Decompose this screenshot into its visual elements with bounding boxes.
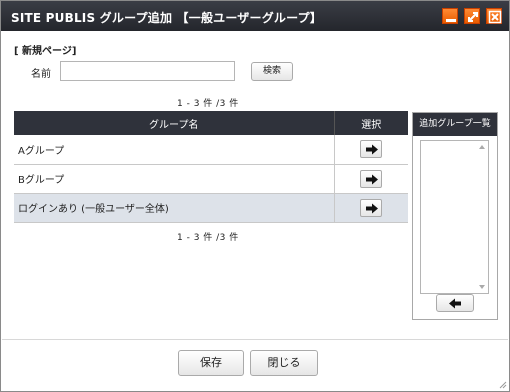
dialog-window: SITE PUBLIS グループ追加 【一般ユーザーグループ】 [ 新規ページ]… [0, 0, 510, 392]
window-title: SITE PUBLIS グループ追加 【一般ユーザーグループ】 [11, 11, 322, 25]
added-groups-panel: 追加グループ一覧 [412, 112, 498, 320]
arrow-right-icon [366, 174, 379, 184]
maximize-button[interactable] [464, 8, 480, 24]
table-row: ログインあり (一般ユーザー全体) [14, 193, 408, 223]
close-window-button[interactable] [486, 8, 502, 24]
add-group-button[interactable] [360, 198, 383, 217]
group-name-cell: Aグループ [14, 135, 335, 165]
table-row: Bグループ [14, 164, 408, 194]
arrow-right-icon [366, 203, 379, 213]
resize-grip-icon[interactable] [499, 381, 507, 389]
name-label: 名前 [31, 69, 51, 80]
add-group-button[interactable] [360, 140, 383, 159]
arrow-right-icon [366, 144, 379, 155]
scroll-up-icon[interactable] [479, 145, 485, 149]
section-title: [ 新規ページ] [14, 46, 77, 57]
remove-group-button[interactable] [436, 294, 474, 312]
search-button[interactable]: 検索 [251, 62, 293, 81]
group-table: グループ名 選択 Aグループ Bグループ ログインあり (一般ユーザー全体) [14, 111, 408, 223]
name-input[interactable] [60, 61, 235, 81]
title-bar[interactable]: SITE PUBLIS グループ追加 【一般ユーザーグループ】 [1, 1, 509, 31]
save-button[interactable]: 保存 [178, 350, 244, 376]
group-name-cell: ログインあり (一般ユーザー全体) [14, 193, 335, 223]
arrow-left-icon [449, 298, 461, 309]
added-groups-list[interactable] [420, 140, 489, 294]
footer-divider [2, 339, 508, 340]
added-groups-header: 追加グループ一覧 [413, 113, 497, 136]
column-header-group-name: グループ名 [14, 111, 335, 135]
add-group-button[interactable] [360, 169, 383, 188]
scroll-down-icon[interactable] [479, 285, 485, 289]
result-count-bottom: 1 - 3 件 /3 件 [177, 233, 239, 243]
result-count-top: 1 - 3 件 /3 件 [177, 99, 239, 109]
close-button[interactable]: 閉じる [250, 350, 318, 376]
column-header-select: 選択 [334, 111, 408, 135]
group-name-cell: Bグループ [14, 164, 335, 194]
maximize-icon [468, 12, 478, 22]
minimize-button[interactable] [442, 8, 458, 24]
table-row: Aグループ [14, 135, 408, 165]
minimize-icon [446, 19, 456, 22]
close-icon [488, 10, 502, 24]
